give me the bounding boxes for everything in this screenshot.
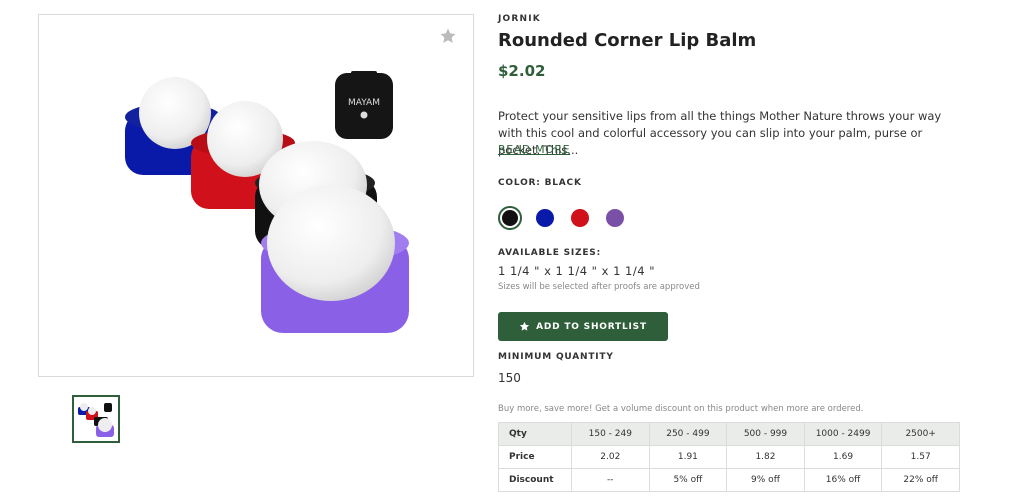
table-header-cell: 1000 - 2499: [803, 422, 883, 446]
table-header-cell: 2500+: [881, 422, 960, 446]
product-title: Rounded Corner Lip Balm: [498, 30, 757, 51]
star-icon: [520, 321, 530, 331]
star-icon[interactable]: [439, 27, 457, 45]
brand-name: JORNIK: [498, 14, 541, 24]
color-label: COLOR: BLACK: [498, 178, 582, 188]
min-quantity-value: 150: [498, 371, 521, 385]
table-cell: --: [571, 468, 650, 492]
size-value: 1 1/4 " x 1 1/4 " x 1 1/4 ": [498, 264, 656, 278]
table-cell: Discount: [498, 468, 572, 492]
table-cell: Price: [498, 445, 572, 469]
volume-discount-note: Buy more, save more! Get a volume discou…: [498, 404, 864, 414]
table-header-row: Qty 150 - 249 250 - 499 500 - 999 1000 -…: [498, 422, 960, 446]
sizes-label: AVAILABLE SIZES:: [498, 248, 601, 258]
table-cell: 1.57: [881, 445, 960, 469]
color-swatch-black[interactable]: [498, 206, 522, 230]
product-image[interactable]: MAYAM: [38, 14, 474, 377]
table-row: Discount -- 5% off 9% off 16% off 22% of…: [498, 468, 960, 492]
add-to-shortlist-button[interactable]: ADD TO SHORTLIST: [498, 312, 668, 341]
min-quantity-label: MINIMUM QUANTITY: [498, 352, 614, 362]
brand-logo: MAYAM: [348, 98, 380, 108]
add-to-shortlist-label: ADD TO SHORTLIST: [536, 321, 647, 332]
table-cell: 1.69: [803, 445, 883, 469]
color-swatch-purple[interactable]: [603, 206, 627, 230]
table-header-cell: Qty: [498, 422, 572, 446]
read-more-link[interactable]: READ MORE: [498, 143, 570, 156]
table-cell: 1.91: [648, 445, 728, 469]
pricing-table: Qty 150 - 249 250 - 499 500 - 999 1000 -…: [498, 422, 960, 492]
table-header-cell: 150 - 249: [571, 422, 650, 446]
lip-balm-thumbnail-illustration: [78, 403, 114, 437]
product-price: $2.02: [498, 62, 546, 80]
table-header-cell: 500 - 999: [726, 422, 805, 446]
table-row: Price 2.02 1.91 1.82 1.69 1.57: [498, 445, 960, 469]
table-header-cell: 250 - 499: [648, 422, 728, 446]
lip-balm-illustration: MAYAM: [125, 71, 409, 333]
color-swatch-red[interactable]: [568, 206, 592, 230]
color-swatch-blue[interactable]: [533, 206, 557, 230]
table-cell: 1.82: [726, 445, 805, 469]
size-note: Sizes will be selected after proofs are …: [498, 282, 700, 292]
table-cell: 5% off: [648, 468, 728, 492]
table-cell: 16% off: [803, 468, 883, 492]
thumbnail-image[interactable]: [72, 395, 120, 443]
table-cell: 22% off: [881, 468, 960, 492]
table-cell: 2.02: [571, 445, 650, 469]
table-cell: 9% off: [726, 468, 805, 492]
